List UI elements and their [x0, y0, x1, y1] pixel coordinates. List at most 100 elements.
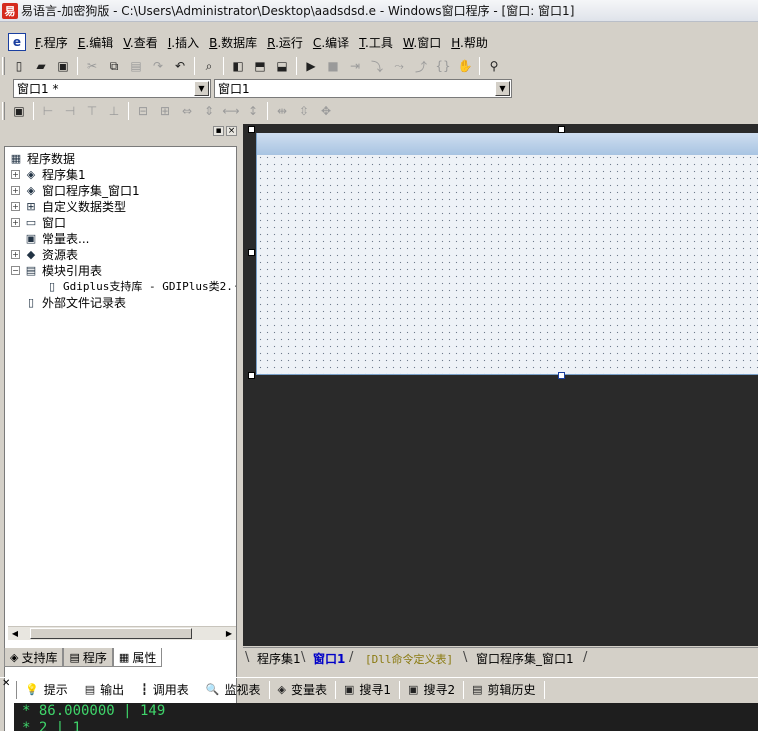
space-vertical-icon[interactable]: ↕: [242, 101, 264, 121]
align-top-icon[interactable]: ⊤: [81, 101, 103, 121]
tree-item[interactable]: + ⊞ 自定义数据类型: [11, 198, 126, 214]
breakpoint-icon[interactable]: {}: [432, 56, 454, 76]
expand-icon[interactable]: +: [11, 217, 20, 227]
equal-width-icon[interactable]: ⇹: [271, 101, 293, 121]
pin-icon[interactable]: ▪: [213, 126, 224, 136]
menu-database[interactable]: B.数据库: [204, 34, 262, 51]
tree-item[interactable]: + ◈ 程序集1: [11, 166, 86, 182]
tree-item[interactable]: − ▤ 模块引用表: [11, 262, 102, 278]
step-into-icon[interactable]: ⤵: [366, 56, 388, 76]
expand-icon[interactable]: +: [11, 169, 20, 179]
expand-icon[interactable]: +: [11, 185, 20, 195]
same-height-icon[interactable]: ⇕: [198, 101, 220, 121]
properties-icon: ▦: [118, 650, 130, 664]
scroll-thumb[interactable]: [30, 628, 192, 639]
menu-tools[interactable]: T.工具: [354, 34, 398, 51]
cut-icon[interactable]: ✂: [81, 56, 103, 76]
tab-support-library[interactable]: ◈ 支持库: [4, 648, 64, 667]
tab-variables[interactable]: ◈ 变量表: [273, 681, 332, 698]
expand-icon[interactable]: +: [11, 249, 20, 259]
binoculars-icon[interactable]: ⚲: [483, 56, 505, 76]
tab-search-2[interactable]: ▣ 搜寻2: [403, 681, 460, 698]
tree-item[interactable]: + ▭ 窗口: [11, 214, 66, 230]
stop-icon[interactable]: ■: [322, 56, 344, 76]
equal-size-icon[interactable]: ✥: [315, 101, 337, 121]
close-icon[interactable]: ×: [226, 126, 237, 136]
control-combo[interactable]: 窗口1 ▼: [214, 79, 512, 98]
tab-window-module[interactable]: 窗口程序集_窗口1: [476, 650, 574, 667]
resize-handle[interactable]: [558, 126, 565, 133]
menu-run[interactable]: R.运行: [262, 34, 308, 51]
tab-call-stack[interactable]: ┇ 调用表: [136, 681, 194, 698]
e-logo-icon[interactable]: e: [8, 33, 26, 51]
tab-hints[interactable]: 💡 提示: [20, 681, 73, 698]
module-reference-icon: ▤: [25, 263, 37, 277]
find-icon[interactable]: ⌕: [198, 56, 220, 76]
center-vertical-icon[interactable]: ⊞: [154, 101, 176, 121]
output-console[interactable]: * 86.000000 | 149 * 2 | 1: [14, 703, 758, 731]
layout-top-icon[interactable]: ⬒: [249, 56, 271, 76]
tree-item[interactable]: ▦ 程序数据: [9, 150, 75, 166]
menu-edit[interactable]: E.编辑: [73, 34, 118, 51]
expand-icon[interactable]: +: [11, 201, 20, 211]
tab-program[interactable]: ▤ 程序: [63, 648, 113, 667]
form-icon[interactable]: ▣: [8, 101, 30, 121]
resize-handle[interactable]: [558, 372, 565, 379]
step-icon[interactable]: ⇥: [344, 56, 366, 76]
tree-item[interactable]: + ◆ 资源表: [11, 246, 78, 262]
chevron-down-icon[interactable]: ▼: [495, 81, 510, 96]
tab-dll-commands[interactable]: [Dll命令定义表]: [365, 650, 453, 667]
tab-search-1[interactable]: ▣ 搜寻1: [339, 681, 396, 698]
resize-handle[interactable]: [248, 126, 255, 133]
menu-insert[interactable]: I.插入: [163, 34, 204, 51]
form-designer[interactable]: [243, 124, 758, 646]
form-combo[interactable]: 窗口1 * ▼: [13, 79, 211, 98]
run-icon[interactable]: ▶: [300, 56, 322, 76]
tab-output[interactable]: ▤ 输出: [80, 681, 129, 698]
layout-bottom-icon[interactable]: ⬓: [271, 56, 293, 76]
paste-icon[interactable]: ▤: [125, 56, 147, 76]
alignment-toolbar: ▣ ⊢ ⊣ ⊤ ⊥ ⊟ ⊞ ⇔ ⇕ ⟷ ↕ ⇹ ⇳ ✥: [0, 100, 360, 122]
align-right-icon[interactable]: ⊣: [59, 101, 81, 121]
document-icon: ▯: [27, 295, 35, 309]
menu-bar: e F.程序 E.编辑 V.查看 I.插入 B.数据库 R.运行 C.编译 T.…: [0, 30, 758, 54]
step-over-icon[interactable]: ⤳: [388, 56, 410, 76]
center-horizontal-icon[interactable]: ⊟: [132, 101, 154, 121]
undo-icon[interactable]: ↶: [169, 56, 191, 76]
align-bottom-icon[interactable]: ⊥: [103, 101, 125, 121]
tab-watch[interactable]: 🔍 监视表: [201, 681, 266, 698]
collapse-icon[interactable]: −: [11, 265, 20, 275]
tab-window-1[interactable]: 窗口1: [313, 650, 345, 667]
save-icon[interactable]: ▣: [52, 56, 74, 76]
hand-icon[interactable]: ✋: [454, 56, 476, 76]
tree-horizontal-scrollbar[interactable]: ◀ ▶: [8, 626, 236, 640]
tree-item[interactable]: ▯ Gdiplus支持库 - GDIPlus类2.·: [45, 278, 236, 294]
tree-item[interactable]: ▯ 外部文件记录表: [24, 294, 126, 310]
tree-item[interactable]: ▣ 常量表...: [24, 230, 90, 246]
space-horizontal-icon[interactable]: ⟷: [220, 101, 242, 121]
menu-view[interactable]: V.查看: [118, 34, 163, 51]
open-folder-icon[interactable]: ▰: [30, 56, 52, 76]
layout-left-icon[interactable]: ◧: [227, 56, 249, 76]
menu-window[interactable]: W.窗口: [398, 34, 446, 51]
same-width-icon[interactable]: ⇔: [176, 101, 198, 121]
tree-item[interactable]: + ◈ 窗口程序集_窗口1: [11, 182, 140, 198]
new-file-icon[interactable]: ▯: [8, 56, 30, 76]
scroll-right-icon[interactable]: ▶: [222, 627, 236, 640]
copy-icon[interactable]: ⧉: [103, 56, 125, 76]
redo-icon[interactable]: ↷: [147, 56, 169, 76]
tab-properties[interactable]: ▦ 属性: [112, 648, 163, 667]
resize-handle[interactable]: [248, 249, 255, 256]
align-left-icon[interactable]: ⊢: [37, 101, 59, 121]
resize-handle[interactable]: [248, 372, 255, 379]
equal-height-icon[interactable]: ⇳: [293, 101, 315, 121]
step-out-icon[interactable]: ⤴: [410, 56, 432, 76]
tab-module-1[interactable]: 程序集1: [257, 650, 301, 667]
tab-clipboard-history[interactable]: ▤ 剪辑历史: [467, 681, 540, 698]
menu-program[interactable]: F.程序: [30, 34, 73, 51]
menu-help[interactable]: H.帮助: [446, 34, 493, 51]
menu-compile[interactable]: C.编译: [308, 34, 354, 51]
chevron-down-icon[interactable]: ▼: [194, 81, 209, 96]
form-window-canvas[interactable]: [256, 133, 758, 375]
scroll-left-icon[interactable]: ◀: [8, 627, 22, 640]
